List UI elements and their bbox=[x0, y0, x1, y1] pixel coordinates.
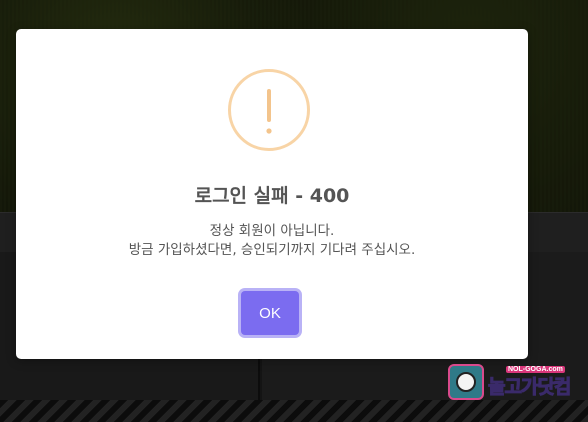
dialog-message-line-1: 정상 회원이 아닙니다. bbox=[209, 223, 335, 239]
login-error-dialog: 로그인 실패 - 400 정상 회원이 아닙니다. 방금 가입하셨다면, 승인되… bbox=[16, 29, 528, 359]
dialog-message: 정상 회원이 아닙니다. 방금 가입하셨다면, 승인되기까지 기다려 주십시오. bbox=[16, 222, 528, 260]
dialog-title: 로그인 실패 - 400 bbox=[194, 185, 350, 207]
site-watermark-logo: NOL-GOGA.com 놀고가닷컴 bbox=[446, 354, 576, 402]
watermark-brand: 놀고가닷컴 bbox=[487, 376, 571, 399]
dialog-message-line-2: 방금 가입하셨다면, 승인되기까지 기다려 주십시오. bbox=[128, 242, 416, 258]
ok-button[interactable]: OK bbox=[241, 291, 299, 335]
soccer-ball-tv-icon bbox=[448, 364, 484, 400]
warning-exclamation-icon bbox=[228, 69, 310, 151]
